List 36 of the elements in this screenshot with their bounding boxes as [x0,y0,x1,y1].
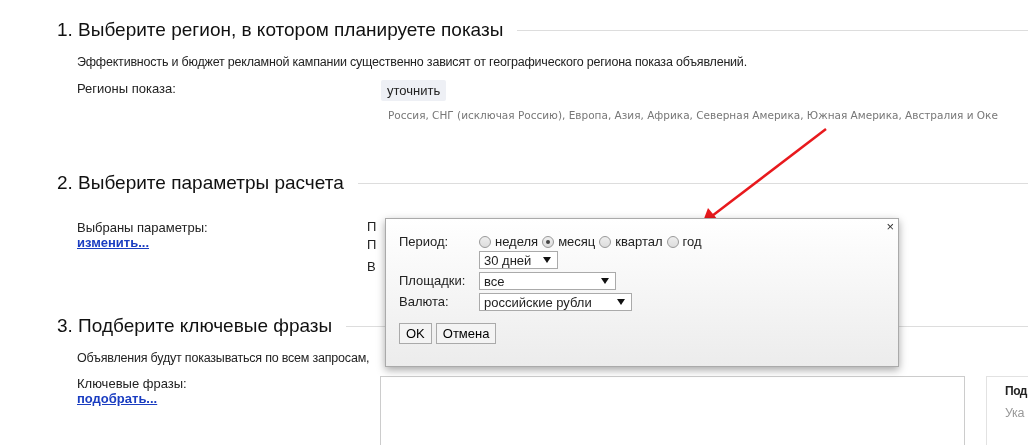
field-label: Валюта: [399,293,450,311]
radio-label[interactable]: неделя [495,233,539,251]
currency-select[interactable]: российские рубли [479,293,632,311]
radio-label[interactable]: год [682,233,702,251]
field-label: Выбраны параметры: [77,220,208,235]
section-description: Объявления будут показываться по всем запросам, [77,351,370,365]
refine-button[interactable]: уточнить [381,80,447,101]
side-title: Под [1005,384,1027,398]
pick-link[interactable]: подобрать... [77,391,158,406]
cancel-button[interactable]: Отмена [435,323,497,344]
platforms-select[interactable]: все [479,272,616,290]
dropdown-arrow-icon [601,278,609,284]
field-label: Ключевые фразы: [77,376,187,391]
parameter-text: П [367,218,377,236]
parameter-text: П [367,236,377,254]
regions-list: Россия, СНГ (исключая Россию), Европа, Азия, Африка, Северная Америка, Южная Америка, Австралия и Оке [388,109,998,121]
period-select[interactable]: 30 дней [479,251,558,269]
ok-button[interactable]: OK [399,323,432,344]
field-label: Период: [399,233,450,251]
section-heading: 2. Выберите параметры расчета [57,171,344,195]
radio-button[interactable] [542,236,555,248]
radio-button[interactable] [666,236,679,248]
radio-label[interactable]: квартал [615,233,663,251]
field-label: Площадки: [399,272,467,290]
radio-label[interactable]: месяц [558,233,596,251]
radio-button[interactable] [479,236,491,248]
side-text: Ука [1005,406,1025,420]
radio-button[interactable] [599,236,612,248]
section-heading: 3. Подберите ключевые фразы [57,314,333,338]
section-heading: 1. Выберите регион, в котором планируете показы [57,18,504,42]
field-label: Регионы показа: [77,81,176,96]
parameter-text: В [367,258,377,276]
section-description: Эффективность и бюджет рекламной кампании существенно зависят от географического региона показа объявлений. [77,55,747,69]
dropdown-arrow-icon [617,299,625,305]
dropdown-arrow-icon [543,257,551,263]
change-link[interactable]: изменить... [77,235,149,250]
